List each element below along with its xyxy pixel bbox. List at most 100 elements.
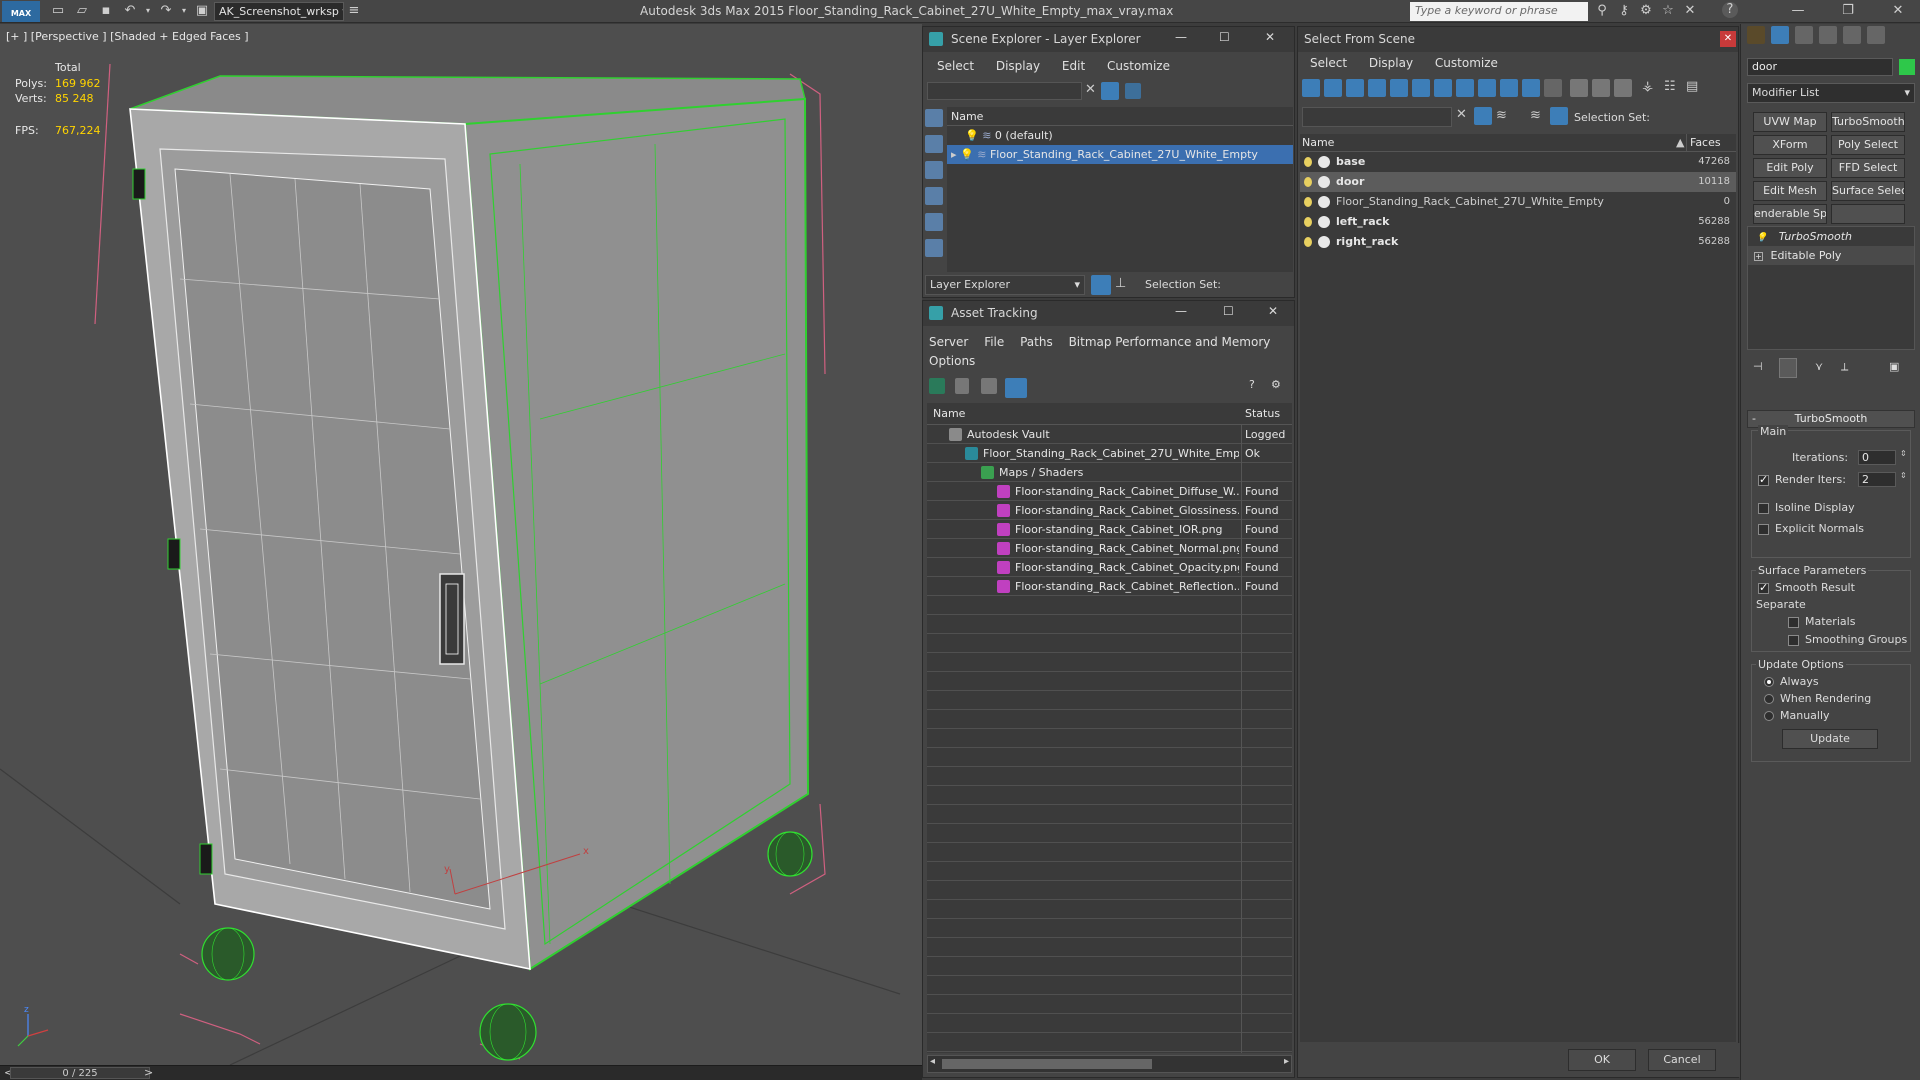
key-icon[interactable]: ⚷ <box>1614 2 1634 20</box>
utilities-tab-icon[interactable] <box>1867 26 1885 44</box>
asset-tracking-titlebar[interactable]: Asset Tracking — ☐ ✕ <box>923 301 1294 326</box>
show-end-result-icon[interactable] <box>1779 358 1797 378</box>
list-view-icon[interactable] <box>955 378 969 394</box>
lightbulb-icon[interactable]: 💡 <box>1756 233 1767 243</box>
menu-file[interactable]: File <box>984 335 1004 349</box>
filter-helpers-icon[interactable] <box>1390 79 1408 97</box>
object-row[interactable]: right_rack 56288 <box>1300 232 1736 252</box>
asset-row[interactable]: Floor-standing_Rack_Cabinet_Opacity.png F… <box>927 558 1292 577</box>
app-logo[interactable]: MAX <box>2 1 40 22</box>
ok-button[interactable]: OK <box>1568 1049 1636 1071</box>
modifier-button[interactable]: UVW Map <box>1753 112 1827 132</box>
collapse-icon[interactable]: ▤ <box>1686 79 1698 94</box>
materials-checkbox[interactable]: Materials <box>1788 615 1855 628</box>
filter-geometry-icon[interactable] <box>1302 79 1320 97</box>
object-row[interactable]: left_rack 56288 <box>1300 212 1736 232</box>
col-name-header[interactable]: Name <box>1302 134 1334 151</box>
modifier-button[interactable]: enderable Splin <box>1753 204 1827 224</box>
filter-frozen-icon[interactable] <box>1522 79 1540 97</box>
lightbulb-icon[interactable] <box>1304 197 1312 207</box>
layer-options-icon[interactable] <box>1125 83 1141 99</box>
restore-icon[interactable]: ❐ <box>1838 2 1858 20</box>
minimize-icon[interactable]: — <box>1175 304 1187 318</box>
lightbulb-icon[interactable] <box>1304 217 1312 227</box>
sort-arrow-icon[interactable]: ▲ <box>1676 134 1684 151</box>
layer-view-icon[interactable]: ≋ <box>1530 108 1541 123</box>
menu-display[interactable]: Display <box>1369 56 1413 70</box>
modifier-button[interactable]: TurboSmooth <box>1831 112 1905 132</box>
favorite-icon[interactable]: ☆ <box>1658 2 1678 20</box>
configure-sets-icon[interactable]: ▣ <box>1889 360 1899 373</box>
remove-modifier-icon[interactable]: ⟂ <box>1841 360 1848 374</box>
smooth-result-checkbox[interactable]: Smooth Result <box>1758 581 1855 594</box>
minimize-icon[interactable]: — <box>1175 30 1187 44</box>
filter-bones-icon[interactable] <box>1478 79 1496 97</box>
display-invert-icon[interactable] <box>1614 79 1632 97</box>
maximize-icon[interactable]: ☐ <box>1219 30 1230 44</box>
display-tab-icon[interactable] <box>1843 26 1861 44</box>
modifier-button[interactable]: XForm <box>1753 135 1827 155</box>
lightbulb-icon[interactable] <box>1304 237 1312 247</box>
explorer-type-dropdown[interactable]: Layer Explorer ▾ <box>925 275 1085 295</box>
lightbulb-icon[interactable]: 💡 <box>965 129 979 142</box>
help-icon[interactable]: ? <box>1722 2 1738 18</box>
filter-toggle-icon[interactable] <box>1101 82 1119 100</box>
make-unique-icon[interactable]: ⋎ <box>1815 360 1823 373</box>
object-row[interactable]: base 47268 <box>1300 152 1736 172</box>
render-iters-checkbox[interactable]: Render Iters: <box>1758 473 1846 486</box>
timeline-slider[interactable]: < 0 / 225 > <box>0 1065 922 1080</box>
motion-tab-icon[interactable] <box>1819 26 1837 44</box>
menu-customize[interactable]: Customize <box>1435 56 1498 70</box>
filter-xrefs-icon[interactable] <box>1456 79 1474 97</box>
workspace-dropdown[interactable]: AK_Screenshot_wrksp ▾ <box>214 2 344 21</box>
isoline-display-checkbox[interactable]: Isoline Display <box>1758 501 1855 514</box>
lightbulb-icon[interactable] <box>1304 157 1312 167</box>
asset-row[interactable]: Floor-standing_Rack_Cabinet_Glossiness..… <box>927 501 1292 520</box>
cabinet-model[interactable]: x y z <box>0 24 922 1065</box>
asset-row[interactable]: Maps / Shaders <box>927 463 1292 482</box>
filter-hidden-icon[interactable] <box>1544 79 1562 97</box>
scroll-thumb[interactable] <box>942 1059 1152 1069</box>
undo-dropdown-icon[interactable]: ▾ <box>138 2 158 20</box>
layer-row-selected[interactable]: ▸ 💡 ≋ Floor_Standing_Rack_Cabinet_27U_Wh… <box>947 145 1293 164</box>
close-icon[interactable]: ✕ <box>1268 304 1278 318</box>
hierarchy-tab-icon[interactable] <box>1795 26 1813 44</box>
modifier-button[interactable]: Poly Select <box>1831 135 1905 155</box>
layer-row[interactable]: 💡 ≋ 0 (default) <box>947 126 1293 145</box>
select-layers-icon[interactable]: ≋ <box>1496 108 1507 123</box>
menu-paths[interactable]: Paths <box>1020 335 1053 349</box>
asset-row[interactable]: Floor-standing_Rack_Cabinet_Normal.png Fo… <box>927 539 1292 558</box>
layer-column-name[interactable]: Name <box>947 107 1293 126</box>
exchange-icon[interactable]: ✕ <box>1680 2 1700 20</box>
filter-groups-icon[interactable] <box>1434 79 1452 97</box>
menu-select[interactable]: Select <box>1310 56 1347 70</box>
workspace-menu-icon[interactable]: ≡ <box>344 2 364 20</box>
sun-icon[interactable] <box>1747 26 1765 44</box>
modifier-button[interactable] <box>1831 204 1905 224</box>
modifier-list-dropdown[interactable]: Modifier List ▾ <box>1747 83 1915 103</box>
subscription-icon[interactable]: ⚙ <box>1636 2 1656 20</box>
menu-select[interactable]: Select <box>937 59 974 73</box>
menu-bitmap-performance[interactable]: Bitmap Performance and Memory <box>1069 335 1271 349</box>
binoculars-icon[interactable]: ⚲ <box>1592 2 1612 20</box>
asset-row[interactable]: Floor-standing_Rack_Cabinet_Reflection..… <box>927 577 1292 596</box>
lightbulb-icon[interactable]: 💡 <box>960 148 974 161</box>
col-name-header[interactable]: Name <box>933 403 965 424</box>
funnel-icon[interactable]: ⚶ <box>1642 79 1653 94</box>
object-row[interactable]: Floor_Standing_Rack_Cabinet_27U_White_Em… <box>1300 192 1736 212</box>
asset-horizontal-scrollbar[interactable]: ◂ ▸ <box>927 1055 1292 1073</box>
maximize-icon[interactable]: ☐ <box>1223 304 1234 318</box>
close-icon[interactable]: ✕ <box>1720 31 1736 47</box>
asset-row[interactable]: Autodesk Vault Logged <box>927 425 1292 444</box>
col-faces-header[interactable]: Faces <box>1690 134 1721 151</box>
menu-options[interactable]: Options <box>929 354 975 368</box>
hierarchy-filter-icon[interactable]: ☷ <box>1664 79 1676 94</box>
search-input[interactable]: Type a keyword or phrase <box>1410 2 1588 21</box>
col-status-header[interactable]: Status <box>1245 403 1280 424</box>
thumbnail-view-icon[interactable] <box>981 378 997 394</box>
clear-filter-icon[interactable]: ✕ <box>1456 107 1467 122</box>
object-name-input[interactable]: door <box>1747 58 1893 76</box>
display-lights-icon[interactable] <box>925 187 943 205</box>
expand-plus-icon[interactable]: + <box>1754 252 1763 261</box>
object-color-swatch[interactable] <box>1899 59 1915 75</box>
